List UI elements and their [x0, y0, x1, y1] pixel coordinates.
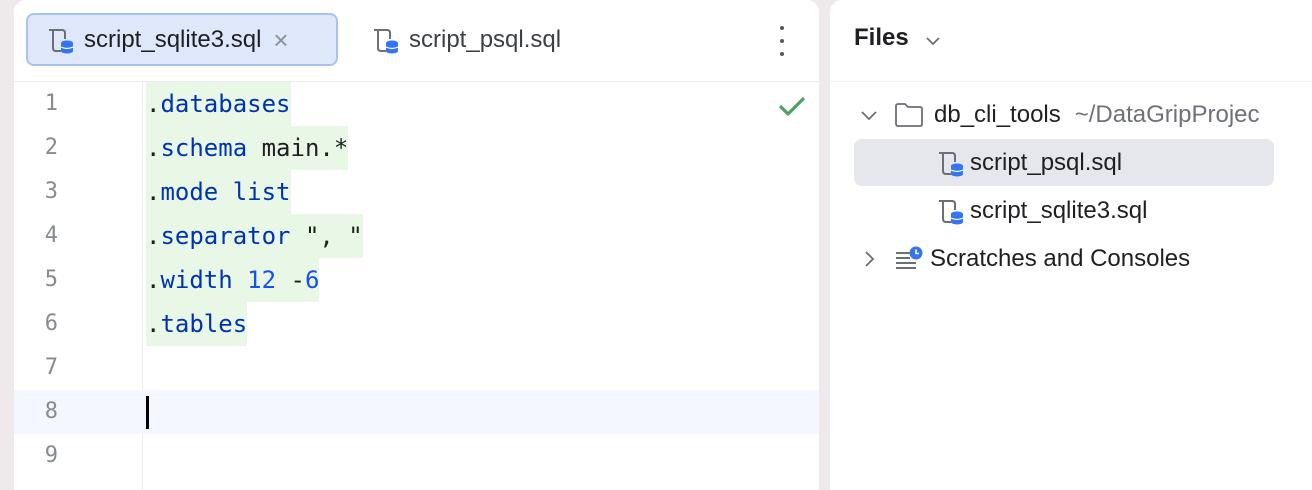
code-token: databases: [160, 90, 291, 118]
code-text: .databases: [146, 82, 291, 126]
checkmark-icon: [779, 97, 805, 116]
code-token: tables: [160, 310, 248, 338]
code-token: .: [146, 310, 161, 338]
code-text: .tables: [146, 302, 248, 346]
code-token: width: [160, 266, 233, 294]
code-token: main.*: [247, 134, 349, 162]
code-token: .: [146, 90, 161, 118]
code-token: .: [146, 134, 161, 162]
line-number: 2: [44, 135, 58, 160]
code-token: list: [232, 178, 291, 206]
chevron-down-icon[interactable]: [858, 104, 880, 126]
code-line[interactable]: 9: [14, 434, 819, 478]
tree-item-script-psql[interactable]: script_psql.sql: [854, 139, 1274, 186]
editor-tab-bar: script_sqlite3.sql × script_psql.sql: [14, 0, 819, 82]
code-text: .schema main.*: [146, 126, 349, 170]
more-options-icon[interactable]: [772, 26, 792, 56]
code-text: .separator ", ": [146, 214, 363, 258]
line-number: 4: [44, 223, 58, 248]
tab-script-psql[interactable]: script_psql.sql: [367, 13, 561, 66]
code-line[interactable]: 1 .databases: [14, 82, 819, 126]
code-token: .: [146, 222, 161, 250]
line-number: 3: [44, 179, 58, 204]
files-header: Files: [830, 0, 1312, 82]
code-line[interactable]: 5 .width 12 -6: [14, 258, 819, 302]
code-text: .mode list: [146, 170, 291, 214]
code-token: .: [146, 266, 161, 294]
close-icon[interactable]: ×: [273, 27, 288, 53]
scratches-icon: [896, 246, 923, 269]
line-number: 8: [44, 399, 58, 424]
code-token: schema: [160, 134, 248, 162]
sql-file-icon: [939, 151, 964, 176]
tree-item-scratches[interactable]: Scratches and Consoles: [854, 235, 1284, 282]
line-number: 9: [44, 443, 58, 468]
file-name: script_sqlite3.sql: [970, 196, 1148, 224]
file-name: script_psql.sql: [970, 148, 1123, 176]
code-line[interactable]: 8: [14, 390, 819, 434]
tree-item-project[interactable]: db_cli_tools ~/DataGripProjec: [854, 91, 1284, 138]
files-title[interactable]: Files: [854, 24, 909, 52]
line-number: 1: [44, 91, 58, 116]
line-number: 7: [44, 355, 58, 380]
code-token: 6: [304, 266, 320, 294]
code-line[interactable]: 7: [14, 346, 819, 390]
code-token: .: [146, 178, 161, 206]
code-token: -: [276, 266, 305, 294]
chevron-down-icon[interactable]: [924, 32, 942, 50]
line-number: 5: [44, 267, 58, 292]
sql-file-icon: [939, 199, 964, 224]
line-number: 6: [44, 311, 58, 336]
code-token: separator: [160, 222, 291, 250]
project-path: ~/DataGripProjec: [1074, 100, 1260, 128]
folder-icon: [895, 102, 923, 127]
sql-file-icon: [374, 28, 399, 53]
project-name: db_cli_tools: [934, 100, 1061, 128]
text-caret: [146, 396, 149, 429]
chevron-right-icon[interactable]: [858, 248, 880, 270]
code-text: .width 12 -6: [146, 258, 320, 302]
tab-label: script_sqlite3.sql: [84, 25, 262, 53]
code-line[interactable]: 6 .tables: [14, 302, 819, 346]
code-token: mode: [160, 178, 219, 206]
code-token: 12: [247, 266, 277, 294]
tab-label: script_psql.sql: [409, 25, 562, 53]
code-line[interactable]: 2 .schema main.*: [14, 126, 819, 170]
scratches-label: Scratches and Consoles: [930, 244, 1191, 272]
sql-file-icon: [49, 28, 74, 53]
files-panel: Files db_cli_tools ~/DataGripProjec scri…: [830, 0, 1312, 490]
code-line[interactable]: 3 .mode list: [14, 170, 819, 214]
tree-item-script-sqlite3[interactable]: script_sqlite3.sql: [854, 187, 1274, 234]
tab-script-sqlite3[interactable]: script_sqlite3.sql ×: [26, 13, 338, 66]
editor-panel: script_sqlite3.sql × script_psql.sql 1 .d…: [14, 0, 819, 490]
code-line[interactable]: 4 .separator ", ": [14, 214, 819, 258]
code-token: ", ": [290, 222, 363, 250]
